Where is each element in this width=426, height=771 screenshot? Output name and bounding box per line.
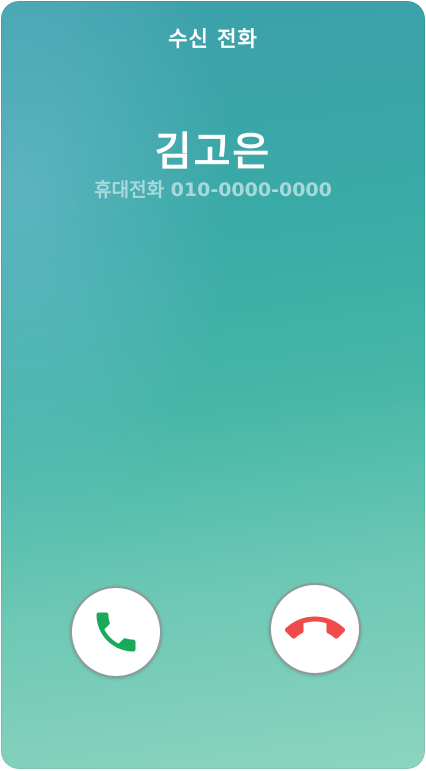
accept-call-button[interactable] bbox=[70, 586, 162, 678]
decline-call-button[interactable] bbox=[269, 583, 361, 675]
caller-name: 김고은 bbox=[154, 129, 272, 175]
phone-hangup-icon bbox=[285, 599, 345, 659]
screen-title: 수신 전화 bbox=[168, 27, 258, 51]
phone-icon bbox=[90, 606, 142, 658]
caller-number: 휴대전화 010-0000-0000 bbox=[94, 179, 332, 201]
incoming-call-screen: 수신 전화 김고은 휴대전화 010-0000-0000 bbox=[1, 1, 425, 769]
